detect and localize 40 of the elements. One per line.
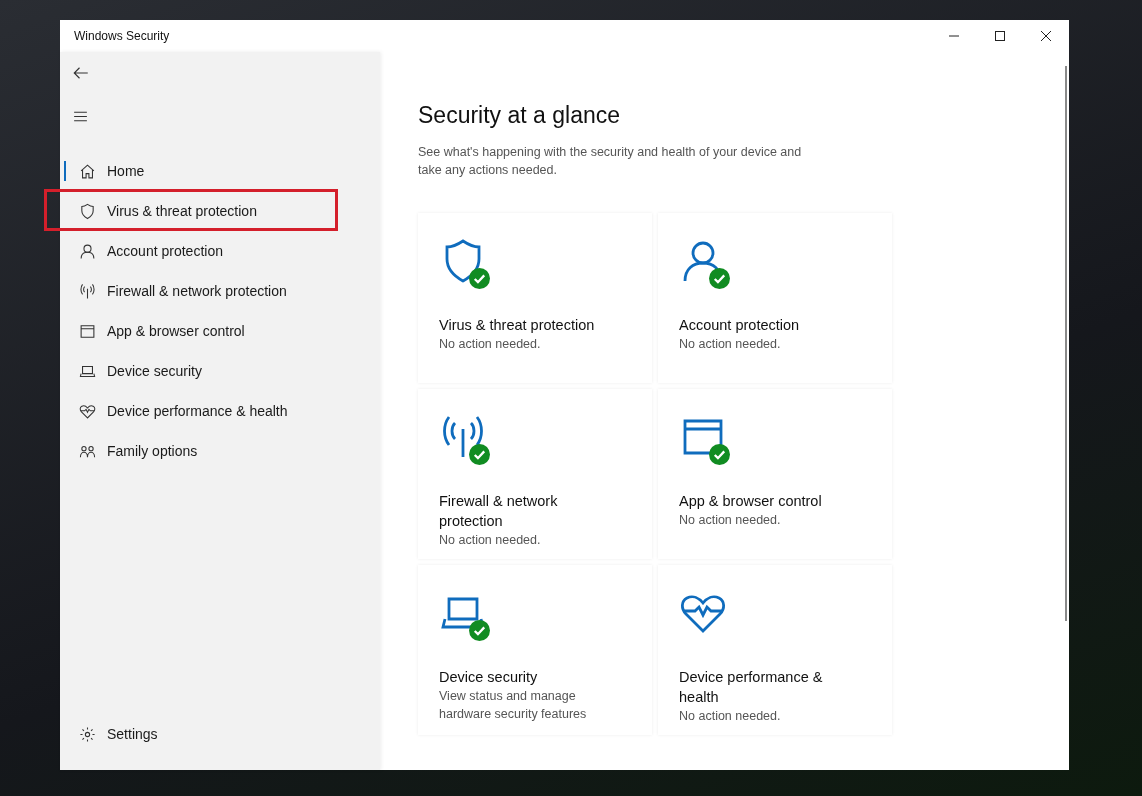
status-card[interactable]: Device performance & health No action needed. xyxy=(658,565,892,735)
card-title: Account protection xyxy=(679,316,801,335)
card-title: Device performance & health xyxy=(679,668,824,707)
scrollbar[interactable] xyxy=(1065,66,1067,621)
status-card[interactable]: Account protection No action needed. xyxy=(658,213,892,383)
browser-window-icon xyxy=(79,322,96,340)
nav-item[interactable]: Account protection xyxy=(64,231,380,271)
status-card[interactable]: Firewall & network protection No action needed. xyxy=(418,389,652,559)
status-card[interactable]: Device security View status and manage hardware security features xyxy=(418,565,652,735)
card-status: No action needed. xyxy=(679,512,782,529)
nav-item[interactable]: Virus & threat protection xyxy=(64,191,380,231)
card-title: Firewall & network protection xyxy=(439,492,559,531)
nav-item[interactable]: Device performance & health xyxy=(64,391,380,431)
card-title: Virus & threat protection xyxy=(439,316,596,335)
nav-item[interactable]: Home xyxy=(64,151,380,191)
house-icon xyxy=(79,162,96,180)
card-status: No action needed. xyxy=(439,336,542,353)
nav-item[interactable]: Device security xyxy=(64,351,380,391)
window-title: Windows Security xyxy=(73,29,170,43)
antenna-icon xyxy=(79,282,96,300)
card-status: No action needed. xyxy=(439,532,542,549)
maximize-icon xyxy=(994,30,1006,42)
shield-icon xyxy=(79,202,96,220)
nav-item[interactable]: App & browser control xyxy=(64,311,380,351)
settings-icon xyxy=(79,725,96,743)
nav-item[interactable]: Family options xyxy=(64,431,380,471)
page-description: See what's happening with the security and health of your device and take any actions needed. xyxy=(418,144,803,179)
settings-item[interactable]: Settings xyxy=(64,714,380,754)
nav-item[interactable]: Firewall & network protection xyxy=(64,271,380,311)
status-card[interactable]: App & browser control No action needed. xyxy=(658,389,892,559)
card-status: No action needed. xyxy=(679,336,782,353)
page-heading: Security at a glance xyxy=(418,102,621,129)
card-status: View status and manage hardware security features xyxy=(439,688,588,723)
card-status: No action needed. xyxy=(679,708,782,725)
status-card[interactable]: Virus & threat protection No action needed. xyxy=(418,213,652,383)
heart-pulse-icon xyxy=(79,402,96,420)
card-title: Device security xyxy=(439,668,539,687)
person-icon xyxy=(79,242,96,260)
close-icon xyxy=(1040,30,1052,42)
card-title: App & browser control xyxy=(679,492,823,511)
